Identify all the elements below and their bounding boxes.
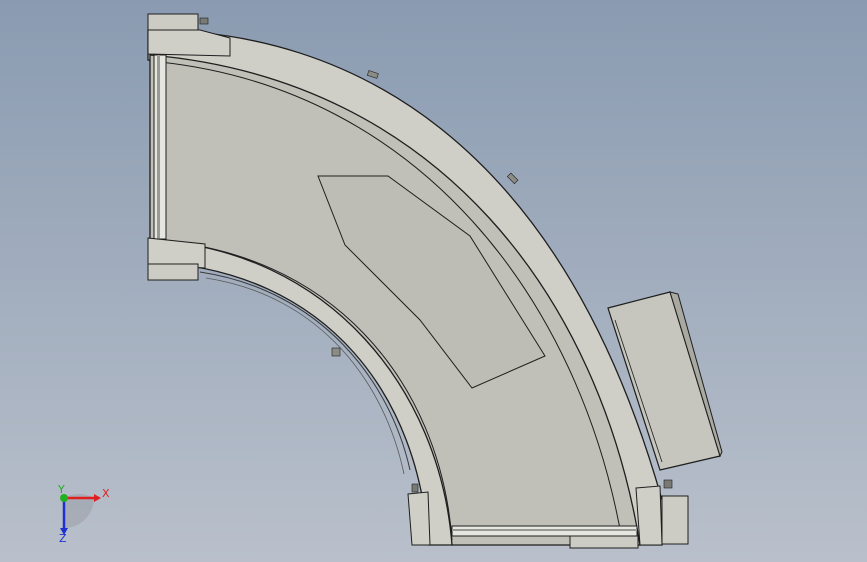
curved-conveyor-body[interactable] — [147, 29, 663, 546]
bottom-end-roller-shade — [452, 529, 637, 531]
bottom-end-cap-inner — [407, 491, 431, 546]
bottom-end-cap-outer — [661, 495, 689, 545]
x-axis-arrowhead — [94, 494, 101, 502]
graphics-viewport[interactable]: X Y Z — [0, 0, 867, 562]
outer-bracket-1 — [366, 70, 379, 79]
top-end-roller-shade — [157, 55, 160, 239]
bottom-screw-outer — [663, 479, 673, 489]
bottom-end-plate-outer — [635, 485, 663, 546]
bottom-screw-inner — [411, 483, 419, 493]
top-end-cap-outer — [147, 13, 199, 31]
model-view[interactable]: X Y Z — [0, 0, 867, 562]
top-end-cap-inner — [147, 263, 199, 281]
x-axis-label: X — [102, 487, 110, 500]
outer-bracket-2 — [506, 172, 519, 185]
reference-triad[interactable]: X Y Z — [57, 483, 110, 545]
z-axis-label: Z — [59, 532, 67, 545]
y-axis-label: Y — [57, 483, 65, 496]
inner-bracket — [331, 347, 341, 357]
top-screw-outer — [199, 17, 209, 25]
bottom-support-foot — [569, 535, 639, 549]
